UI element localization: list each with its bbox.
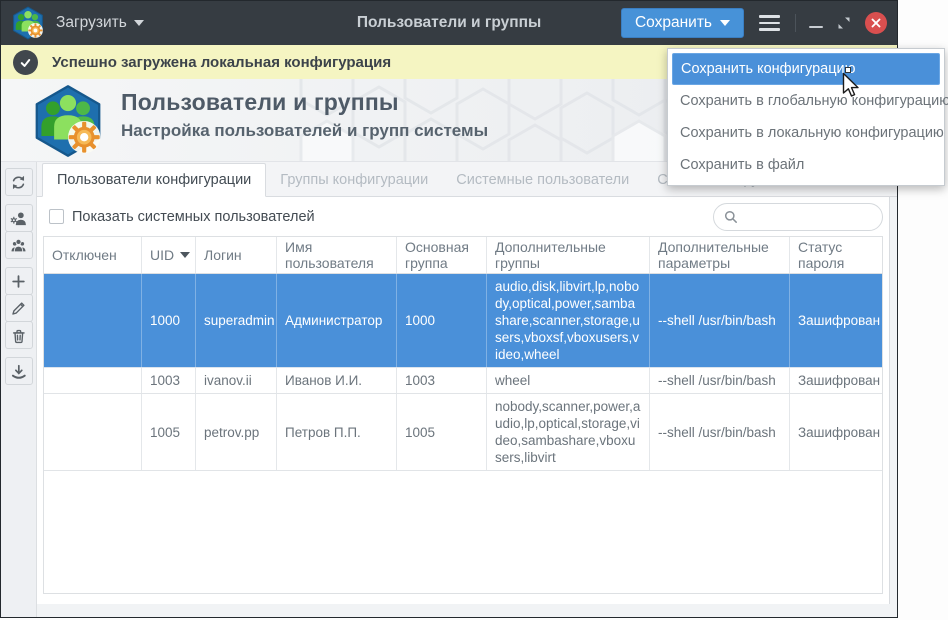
show-system-users-checkbox[interactable] — [49, 209, 64, 224]
column-header[interactable]: Логин — [196, 237, 277, 273]
table-cell-extra-params: --shell /usr/bin/bash — [650, 274, 790, 367]
close-button[interactable] — [865, 12, 887, 34]
table-cell-primary-group: 1003 — [397, 368, 487, 393]
restore-icon — [836, 15, 852, 31]
app-icon — [11, 6, 45, 40]
table-cell-primary-group: 1005 — [397, 394, 487, 470]
close-icon — [866, 13, 886, 33]
table-body: 1000superadminАдминистратор1000audio,dis… — [44, 274, 882, 471]
save-button-label: Сохранить — [635, 14, 712, 32]
plus-icon — [10, 273, 27, 290]
success-check-icon — [13, 50, 38, 75]
column-header[interactable]: Отключен — [44, 237, 142, 273]
column-header[interactable]: Дополнительные параметры — [650, 237, 790, 273]
load-button[interactable]: Загрузить — [56, 14, 144, 32]
import-button[interactable] — [5, 357, 33, 385]
table-cell-name: Петров П.П. — [277, 394, 397, 470]
table-cell-uid: 1005 — [142, 394, 196, 470]
column-header[interactable]: UID — [142, 237, 196, 273]
table-cell-extra-params: --shell /usr/bin/bash — [650, 368, 790, 393]
chevron-down-icon — [720, 20, 730, 26]
table-row[interactable]: 1005petrov.ppПетров П.П.1005nobody,scann… — [44, 394, 882, 471]
edit-button[interactable] — [5, 294, 33, 322]
table-cell-uid: 1000 — [142, 274, 196, 367]
trash-icon — [10, 327, 27, 344]
titlebar-separator — [795, 14, 796, 32]
page-title: Пользователи и группы — [121, 89, 488, 116]
add-button[interactable] — [5, 267, 33, 295]
column-header[interactable]: Имя пользователя — [277, 237, 397, 273]
chevron-down-icon — [134, 20, 144, 26]
menu-item[interactable]: Сохранить в глобальную конфигурацию — [668, 85, 944, 117]
edit-user-button[interactable] — [5, 204, 33, 232]
restore-button[interactable] — [836, 15, 852, 31]
minimize-button[interactable] — [809, 18, 823, 28]
tab-item[interactable]: Пользователи конфигурации — [42, 163, 266, 197]
table-cell-password-status: Зашифрован — [790, 368, 883, 393]
load-button-label: Загрузить — [56, 14, 127, 32]
table-cell-password-status: Зашифрован — [790, 274, 883, 367]
window-title: Пользователи и группы — [357, 1, 541, 45]
table-cell-uid: 1003 — [142, 368, 196, 393]
table-cell-login: petrov.pp — [196, 394, 277, 470]
table-cell-login: superadmin — [196, 274, 277, 367]
table-cell-password-status: Зашифрован — [790, 394, 883, 470]
table-cell-extra-groups: wheel — [487, 368, 650, 393]
refresh-icon — [10, 174, 27, 191]
column-header[interactable]: Дополнительные группы — [487, 237, 650, 273]
table-cell-disabled — [44, 368, 142, 393]
users-icon — [10, 237, 27, 254]
menu-icon[interactable] — [757, 13, 782, 33]
tool-sidebar — [1, 162, 37, 617]
search-input[interactable] — [713, 203, 883, 231]
toolbar: Показать системных пользователей — [37, 197, 889, 236]
tab-item[interactable]: Системные пользователи — [442, 163, 643, 197]
menu-item[interactable]: Сохранить конфигурацию — [672, 53, 940, 85]
pencil-icon — [10, 300, 27, 317]
refresh-button[interactable] — [5, 168, 33, 196]
menu-item[interactable]: Сохранить в локальную конфигурацию — [668, 117, 944, 149]
save-dropdown-menu: Сохранить конфигурациюСохранить в глобал… — [667, 48, 945, 186]
table-cell-disabled — [44, 394, 142, 470]
table-cell-extra-params: --shell /usr/bin/bash — [650, 394, 790, 470]
app-icon-large — [31, 84, 105, 158]
download-icon — [10, 363, 27, 380]
table-cell-disabled — [44, 274, 142, 367]
notification-text: Успешно загружена локальная конфигурация — [52, 54, 391, 71]
page-subtitle: Настройка пользователей и групп системы — [121, 121, 488, 141]
delete-button[interactable] — [5, 321, 33, 349]
table-cell-primary-group: 1000 — [397, 274, 487, 367]
save-button[interactable]: Сохранить — [621, 8, 744, 38]
edit-groups-button[interactable] — [5, 231, 33, 259]
column-header[interactable]: Статус пароля — [790, 237, 882, 273]
table-cell-login: ivanov.ii — [196, 368, 277, 393]
tab-page: Показать системных пользователей Отключе… — [37, 197, 890, 604]
table-cell-name: Иванов И.И. — [277, 368, 397, 393]
sort-arrow-icon — [180, 252, 190, 258]
table-header: ОтключенUIDЛогинИмя пользователяОсновная… — [44, 237, 882, 274]
table-row[interactable]: 1003ivanov.iiИванов И.И.1003wheel--shell… — [44, 368, 882, 394]
show-system-users-toggle[interactable]: Показать системных пользователей — [49, 209, 315, 225]
menu-item[interactable]: Сохранить в файл — [668, 149, 944, 181]
table-cell-name: Администратор — [277, 274, 397, 367]
minimize-icon — [809, 26, 823, 28]
titlebar: Загрузить Пользователи и группы Сохранит… — [1, 1, 897, 45]
show-system-users-label: Показать системных пользователей — [72, 209, 315, 225]
column-header[interactable]: Основная группа — [397, 237, 487, 273]
table-row[interactable]: 1000superadminАдминистратор1000audio,dis… — [44, 274, 882, 368]
tab-item[interactable]: Группы конфигурации — [266, 163, 442, 197]
users-table: ОтключенUIDЛогинИмя пользователяОсновная… — [43, 236, 883, 594]
table-cell-extra-groups: audio,disk,libvirt,lp,nobody,optical,pow… — [487, 274, 650, 367]
user-gear-icon — [10, 210, 27, 227]
table-cell-extra-groups: nobody,scanner,power,audio,lp,optical,st… — [487, 394, 650, 470]
